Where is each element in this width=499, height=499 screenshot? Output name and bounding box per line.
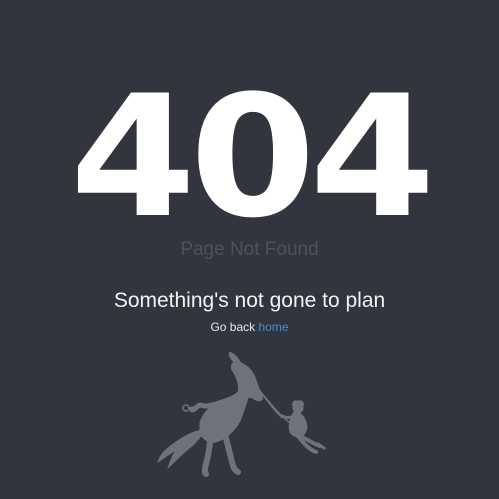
go-back-text: Go back home bbox=[0, 319, 499, 335]
error-subtitle: Page Not Found bbox=[180, 239, 319, 260]
error-page: 404 Page Not Found Something's not gone … bbox=[0, 0, 499, 499]
horse-pulling-person-icon bbox=[157, 352, 326, 477]
error-code: 404 bbox=[69, 59, 436, 255]
error-headline: Something's not gone to plan bbox=[113, 289, 386, 312]
home-link[interactable]: home bbox=[259, 320, 289, 334]
go-back-prefix: Go back bbox=[210, 320, 256, 334]
